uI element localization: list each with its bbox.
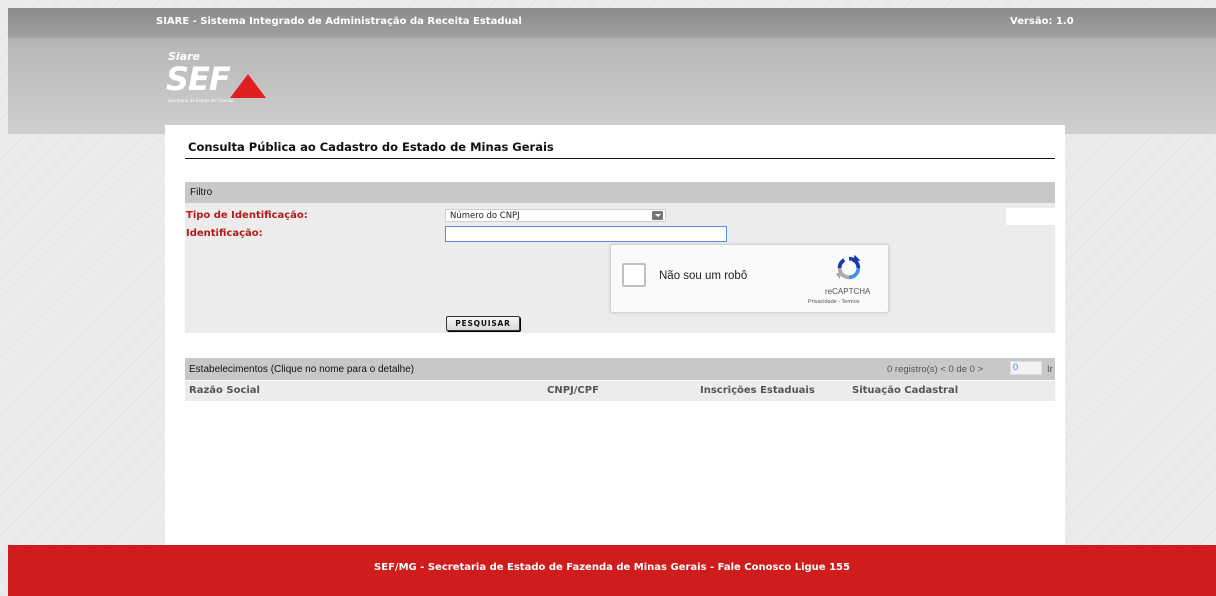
tipo-identificacao-label: Tipo de Identificação: — [186, 210, 308, 221]
recaptcha-widget: Não sou um robô reCAPTCHA Privacidade - … — [610, 244, 889, 313]
filter-heading: Filtro — [190, 187, 213, 198]
recaptcha-brand: reCAPTCHA — [825, 287, 871, 296]
col-cnpj-cpf: CNPJ/CPF — [547, 385, 599, 396]
recaptcha-label: Não sou um robô — [659, 270, 748, 282]
site-footer: SEF/MG - Secretaria de Estado de Fazenda… — [8, 545, 1216, 596]
go-button[interactable]: Ir — [1047, 364, 1053, 375]
footer-text: SEF/MG - Secretaria de Estado de Fazenda… — [374, 562, 850, 573]
identificacao-label: Identificação: — [186, 228, 263, 239]
recaptcha-icon — [835, 254, 861, 280]
results-heading: Estabelecimentos (Clique no nome para o … — [189, 364, 415, 375]
page-title: Consulta Pública ao Cadastro do Estado d… — [188, 140, 554, 154]
tipo-identificacao-value: Número do CNPJ — [450, 211, 520, 221]
page-number-input[interactable]: 0 — [1010, 361, 1042, 375]
site-header: SIARE - Sistema Integrado de Administraç… — [8, 8, 1216, 134]
blank-box — [1006, 208, 1055, 225]
logo-sef-text: SEF — [166, 60, 231, 98]
filter-section: Filtro Tipo de Identificação: Número do … — [185, 182, 1055, 333]
main-panel: Consulta Pública ao Cadastro do Estado d… — [165, 125, 1065, 554]
filter-header: Filtro — [185, 182, 1055, 203]
col-inscricoes-estaduais: Inscrições Estaduais — [700, 385, 815, 396]
tipo-identificacao-select[interactable]: Número do CNPJ — [445, 209, 666, 222]
chevron-down-icon[interactable] — [652, 211, 663, 220]
results-header: Estabelecimentos (Clique no nome para o … — [185, 358, 1055, 380]
identificacao-input[interactable] — [445, 226, 727, 242]
results-column-header: Razão Social CNPJ/CPF Inscrições Estadua… — [185, 381, 1055, 401]
logo-triangle-icon — [230, 74, 266, 98]
col-razao-social: Razão Social — [189, 385, 260, 396]
logo-subtitle: Secretaria de Estado de Fazenda — [168, 98, 234, 103]
recaptcha-links[interactable]: Privacidade - Termos — [808, 299, 860, 305]
search-button[interactable]: PESQUISAR — [446, 316, 520, 331]
sef-logo[interactable]: Siare SEF Secretaria de Estado de Fazend… — [164, 48, 284, 110]
col-situacao-cadastral: Situação Cadastral — [852, 385, 959, 396]
title-divider — [185, 158, 1055, 159]
recaptcha-checkbox[interactable] — [622, 263, 646, 287]
system-title: SIARE - Sistema Integrado de Administraç… — [156, 16, 522, 27]
version-label: Versão: 1.0 — [1010, 16, 1074, 27]
pager-text[interactable]: 0 registro(s) < 0 de 0 > — [887, 364, 983, 375]
